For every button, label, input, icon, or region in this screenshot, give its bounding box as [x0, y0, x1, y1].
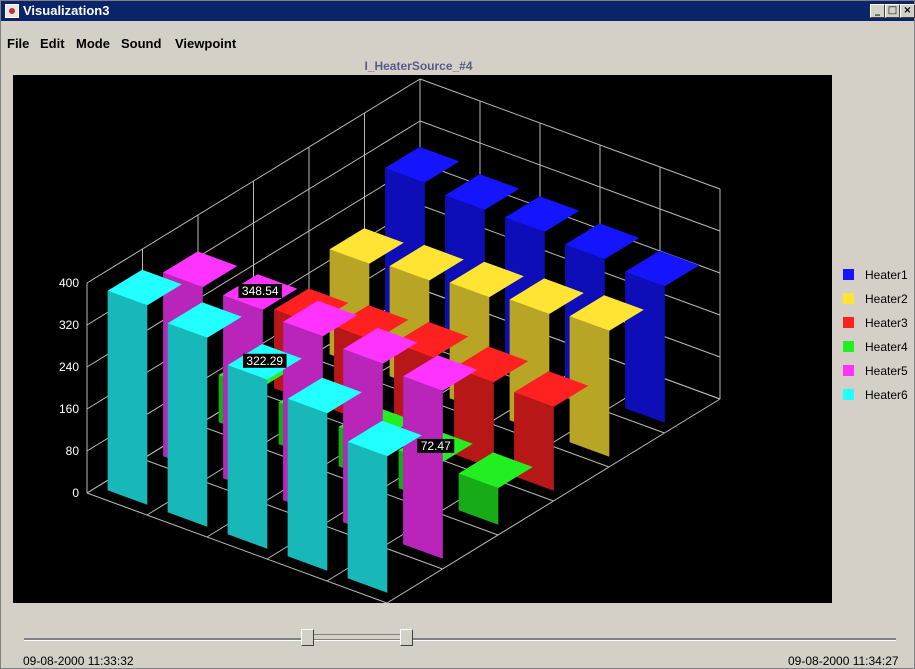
bar-heater6-5 — [347, 441, 388, 593]
y-tick-label: 80 — [66, 444, 80, 458]
minimize-button[interactable]: _ — [870, 4, 885, 18]
bar-heater6-3 — [227, 365, 268, 549]
title-bar[interactable]: Visualization3 _ □ × — [1, 1, 915, 21]
legend-item-heater6: Heater6 — [841, 386, 915, 406]
legend-item-heater1: Heater1 — [841, 266, 915, 286]
java-app-icon[interactable] — [5, 4, 19, 18]
legend-label: Heater6 — [865, 388, 908, 402]
legend-item-heater2: Heater2 — [841, 290, 915, 310]
data-label: 348.54 — [242, 284, 279, 298]
legend-label: Heater5 — [865, 364, 908, 378]
y-tick-label: 400 — [59, 276, 79, 290]
bar-heater3-4 — [454, 367, 494, 469]
chart-plot-area[interactable]: 0 80 160 240 320 400 348.54 322.29 72.47 — [13, 75, 832, 603]
legend-item-heater4: Heater4 — [841, 338, 915, 358]
time-start-label: 09-08-2000 11:33:32 — [23, 654, 134, 668]
data-label: 322.29 — [246, 354, 283, 368]
bar-heater6-1 — [107, 290, 148, 505]
data-label: 72.47 — [421, 439, 451, 453]
legend-label: Heater2 — [865, 292, 908, 306]
menu-viewpoint[interactable]: Viewpoint — [175, 36, 236, 51]
y-tick-label: 160 — [59, 402, 79, 416]
legend-swatch — [843, 341, 854, 352]
y-tick-label: 0 — [72, 486, 79, 500]
legend-swatch — [843, 317, 854, 328]
legend-swatch — [843, 293, 854, 304]
bar-heater6-4 — [287, 398, 328, 571]
menu-edit[interactable]: Edit — [40, 36, 65, 51]
y-tick-label: 240 — [59, 360, 79, 374]
legend-label: Heater4 — [865, 340, 908, 354]
legend-swatch — [843, 389, 854, 400]
close-button[interactable]: × — [900, 4, 915, 18]
menu-mode[interactable]: Mode — [76, 36, 110, 51]
menu-file[interactable]: File — [7, 36, 29, 51]
window-title: Visualization3 — [23, 3, 110, 18]
bar-heater6-2 — [167, 323, 208, 527]
back-wall-grid-line — [419, 78, 721, 190]
time-slider-range[interactable] — [313, 634, 403, 640]
legend-item-heater5: Heater5 — [841, 362, 915, 382]
maximize-button[interactable]: □ — [885, 4, 900, 18]
menu-sound[interactable]: Sound — [121, 36, 161, 51]
bar-chart-3d: 0 80 160 240 320 400 348.54 322.29 72.47 — [59, 78, 721, 603]
time-slider-start-thumb[interactable] — [301, 629, 314, 646]
bar-heater3-5 — [514, 392, 554, 491]
time-slider-track[interactable] — [24, 638, 896, 641]
application-window: Visualization3 _ □ × File Edit Mode Soun… — [0, 0, 915, 669]
legend-label: Heater3 — [865, 316, 908, 330]
time-slider-end-thumb[interactable] — [400, 629, 413, 646]
legend-swatch — [843, 365, 854, 376]
legend-label: Heater1 — [865, 268, 908, 282]
menu-bar: File Edit Mode Sound Viewpoint — [1, 34, 914, 54]
chart-title: I_HeaterSource_#4 — [364, 59, 473, 73]
y-tick-label: 320 — [59, 318, 79, 332]
legend-item-heater3: Heater3 — [841, 314, 915, 334]
bar-heater5-5 — [403, 376, 443, 559]
time-end-label: 09-08-2000 11:34:27 — [788, 654, 899, 668]
legend-swatch — [843, 269, 854, 280]
bar-heater1-5 — [625, 271, 665, 423]
